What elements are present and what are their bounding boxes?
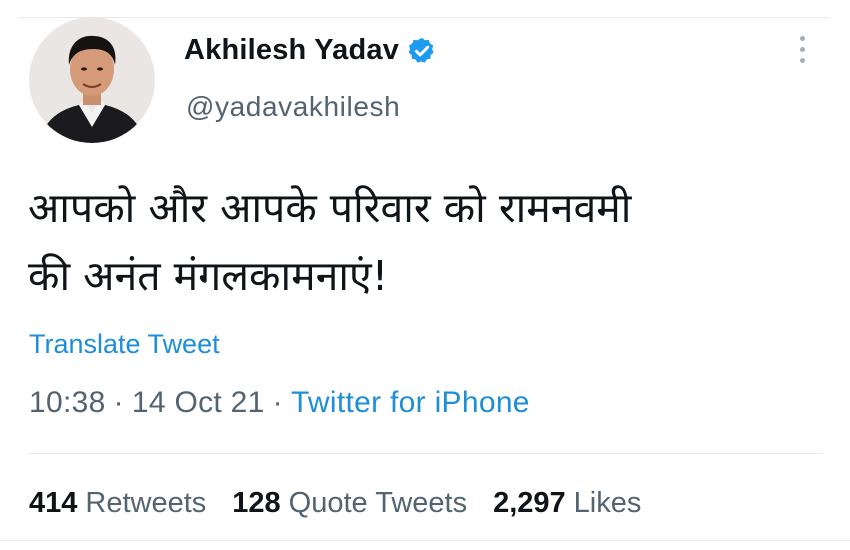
likes-stat[interactable]: 2,297 Likes [493,487,641,520]
quote-tweets-count: 128 [232,487,281,519]
tweet-date[interactable]: 14 Oct 21 [132,386,265,419]
avatar[interactable] [29,17,155,143]
retweets-count: 414 [29,487,78,519]
tweet-time[interactable]: 10:38 [29,386,106,419]
translate-tweet-link[interactable]: Translate Tweet [29,329,220,360]
profile-photo-icon [29,17,155,143]
meta-separator: · [113,386,124,419]
quote-tweets-label: Quote Tweets [288,487,468,519]
retweets-stat[interactable]: 414 Retweets [29,487,206,520]
likes-label: Likes [573,487,642,519]
author-display-name[interactable]: Akhilesh Yadav [184,34,399,67]
more-options-icon[interactable] [792,36,812,72]
tweet-text: आपको और आपके परिवार को रामनवमी की अनंत म… [28,184,632,300]
stats-divider [28,453,822,454]
retweets-label: Retweets [85,487,207,519]
author-handle[interactable]: @yadavakhilesh [186,91,400,123]
meta-separator: · [272,386,283,419]
tweet-source-link[interactable]: Twitter for iPhone [291,386,530,419]
author-name-row: Akhilesh Yadav [184,34,437,67]
bottom-divider [0,540,850,541]
likes-count: 2,297 [493,487,566,519]
verified-badge-icon [408,37,434,63]
tweet-meta: 10:38 · 14 Oct 21 · Twitter for iPhone [29,386,530,420]
top-divider [18,17,830,18]
quote-tweets-stat[interactable]: 128 Quote Tweets [232,487,467,520]
engagement-stats: 414 Retweets 128 Quote Tweets 2,297 Likes [29,487,667,520]
